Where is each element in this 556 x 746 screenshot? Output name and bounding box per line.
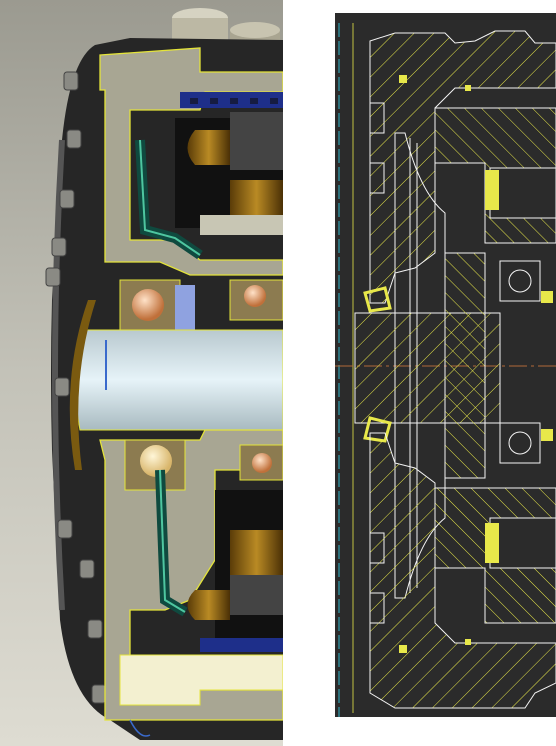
lower-winding-mark <box>485 523 499 563</box>
upper-rotor <box>175 112 283 235</box>
lower-spline <box>200 638 283 652</box>
upper-bearing-section <box>499 260 541 302</box>
cutaway-render <box>0 0 283 746</box>
lower-bearing-section <box>499 422 541 464</box>
section-drawing-panel <box>335 13 556 717</box>
cutaway-render-panel <box>0 0 283 746</box>
upper-bearing-ball <box>132 289 164 321</box>
upper-winding-mark <box>485 170 499 210</box>
section-drawing <box>335 13 556 717</box>
